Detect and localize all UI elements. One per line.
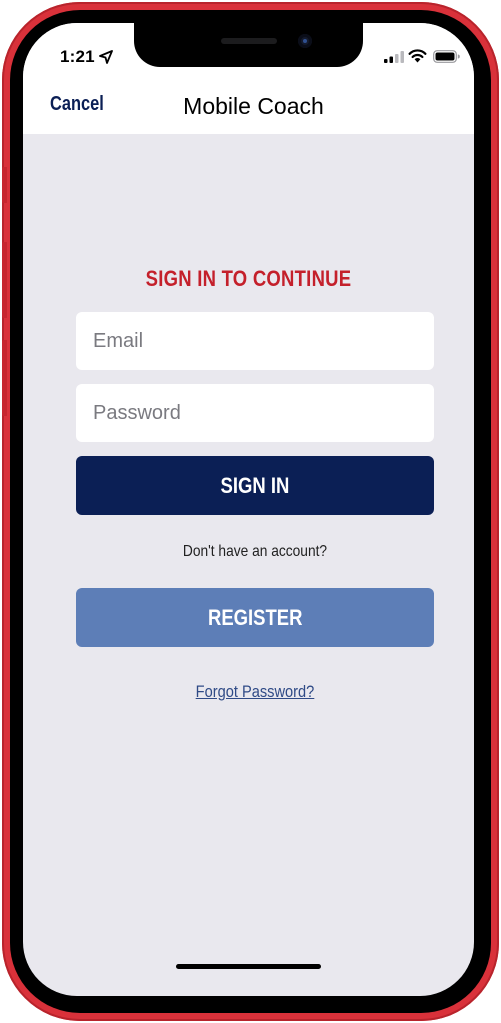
silent-switch — [2, 167, 7, 203]
status-time: 1:21 — [60, 47, 95, 66]
wifi-icon — [408, 49, 427, 63]
register-button[interactable]: REGISTER — [76, 588, 434, 647]
sign-in-heading: SIGN IN TO CONTINUE — [145, 266, 352, 291]
location-arrow-icon — [99, 50, 113, 64]
device-notch — [134, 23, 363, 67]
volume-up-button — [2, 242, 7, 318]
sign-in-button[interactable]: SIGN IN — [76, 456, 434, 515]
home-indicator[interactable] — [176, 964, 321, 969]
email-field[interactable] — [76, 312, 434, 370]
password-field[interactable] — [76, 384, 434, 442]
battery-icon — [433, 50, 460, 63]
register-button-label: REGISTER — [207, 604, 303, 630]
no-account-text: Don't have an account? — [182, 543, 328, 560]
earpiece-speaker — [221, 38, 277, 44]
sign-in-button-label: SIGN IN — [220, 472, 290, 498]
page-title: Mobile Coach — [183, 93, 324, 119]
cellular-signal-icon — [384, 51, 404, 63]
app-screen: 1:21 Cancel Mobile Coach SIGN IN TO CONT… — [23, 23, 474, 996]
forgot-password-link[interactable]: Forgot Password? — [55, 682, 454, 702]
volume-down-button — [2, 340, 7, 416]
front-camera — [298, 34, 312, 48]
